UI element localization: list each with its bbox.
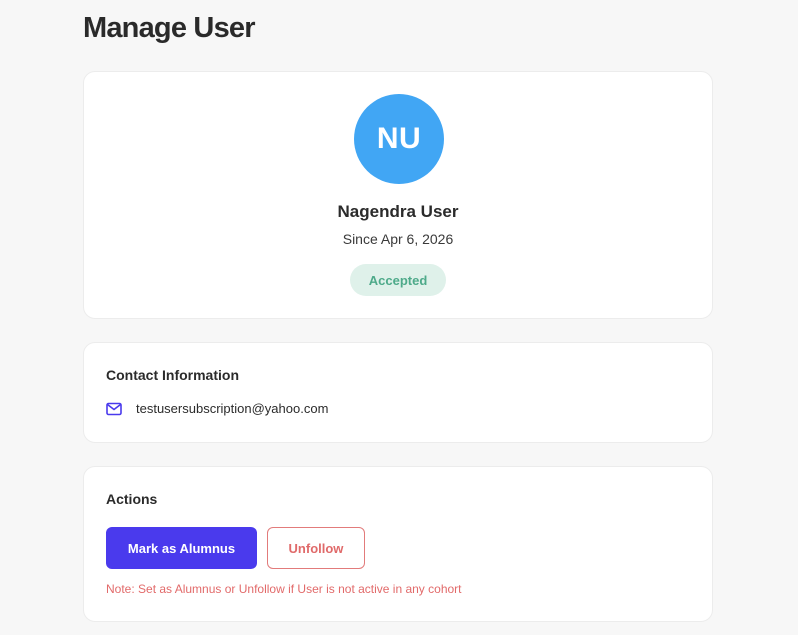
page-title: Manage User: [83, 12, 256, 44]
status-badge: Accepted: [350, 264, 446, 296]
actions-note: Note: Set as Alumnus or Unfollow if User…: [106, 582, 462, 596]
avatar: NU: [354, 94, 444, 184]
manage-user-page: Manage User NU Nagendra User Since Apr 6…: [0, 0, 798, 635]
contact-card: Contact Information testusersubscription…: [83, 342, 713, 443]
actions-card: Actions Mark as Alumnus Unfollow Note: S…: [83, 466, 713, 622]
mark-as-alumnus-button[interactable]: Mark as Alumnus: [106, 527, 257, 569]
profile-card: NU Nagendra User Since Apr 6, 2026 Accep…: [83, 71, 713, 319]
email-row: testusersubscription@yahoo.com: [106, 401, 328, 416]
actions-section-title: Actions: [106, 491, 158, 507]
email-text: testusersubscription@yahoo.com: [136, 401, 329, 416]
unfollow-button[interactable]: Unfollow: [267, 527, 365, 569]
member-since: Since Apr 6, 2026: [342, 231, 454, 247]
mail-icon: [106, 402, 122, 416]
contact-section-title: Contact Information: [106, 367, 239, 383]
user-name: Nagendra User: [337, 202, 459, 221]
